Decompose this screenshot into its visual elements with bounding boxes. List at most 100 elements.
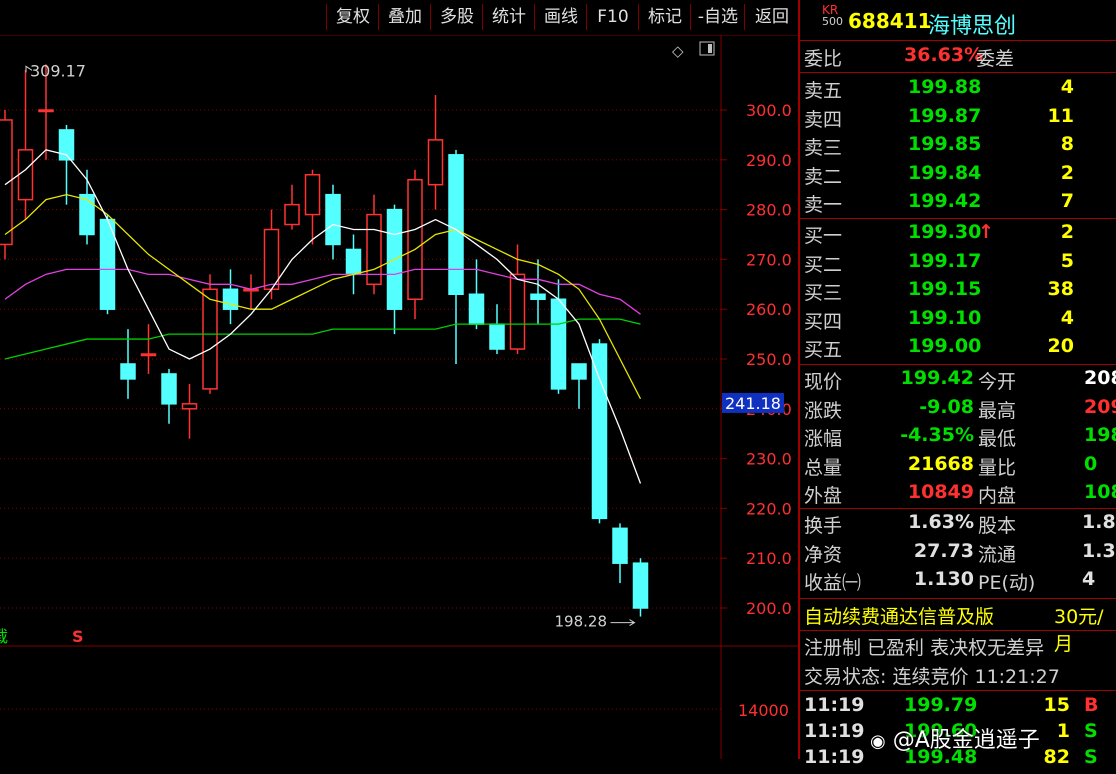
stat2-value-2: 1.33 [1082,539,1116,562]
candle[interactable] [17,70,34,220]
candle[interactable] [489,304,505,355]
stat-row: 现价 199.42今开 208 [800,367,1116,395]
diamond-icon[interactable]: ◇ [672,42,684,60]
stat-value: -4.35% [900,424,974,447]
candlestick-chart[interactable]: 300.0290.0280.0270.0260.0250.0240.0230.0… [0,0,798,759]
high-label: 309.17 [30,61,86,80]
tags-row: 注册制 已盈利 表决权无差异 [800,633,1116,661]
candle[interactable] [325,184,341,260]
promo-row[interactable]: 自动续费通达信普及版 30元/月 [800,602,1116,655]
stat-row: 涨跌 -9.08最高 209 [800,396,1116,424]
y-tick-label: 290.0 [746,151,792,170]
stat-label-2: 今开 [978,371,1017,393]
candle-body [448,154,464,296]
candle[interactable] [58,124,75,205]
candle[interactable] [243,274,259,310]
candle-body [202,288,218,390]
candle-body [530,293,546,300]
candle[interactable] [99,214,116,315]
candle[interactable] [222,269,239,325]
toolbar-button-3[interactable]: 统计 [482,4,535,30]
watermark-text: @A股金逍遥子 [892,728,1040,753]
weibi-label: 委比 [804,48,843,70]
tick-flag: S [1084,720,1098,742]
candle[interactable] [161,368,177,424]
trade-status: 交易状态: 连续竞价 11:21:27 [804,666,1060,688]
top-toolbar: 复权 叠加 多股 统计 画线 F10 标记 -自选 返回 [0,0,798,35]
candle[interactable] [386,204,403,335]
toolbar-button-2[interactable]: 多股 [430,4,483,30]
tags-text: 注册制 已盈利 表决权无差异 [804,637,1045,659]
stat-label-2: 内盘 [978,485,1017,508]
toolbar-button-6[interactable]: 标记 [638,4,691,30]
buys-volume: 2 [1060,221,1074,243]
signal-marker[interactable]: S [72,627,84,646]
candle[interactable] [427,95,444,210]
vol-tick-label: 14000 [738,701,789,720]
y-tick-label: 270.0 [746,250,792,269]
toolbar-button-8[interactable]: 返回 [744,4,799,30]
candle-body [79,193,95,236]
toolbar-button-7[interactable]: -自选 [690,4,745,30]
y-tick-label: 250.0 [746,350,792,369]
candle-body [612,527,628,564]
y-tick-label: 280.0 [746,201,792,220]
candle[interactable] [632,558,649,617]
divider [800,218,1116,219]
divider [800,40,1116,41]
candle[interactable] [345,234,362,295]
candle[interactable] [550,279,567,394]
toolbar-button-1[interactable]: 叠加 [378,4,431,30]
divider [800,72,1116,73]
weibo-icon: ◉ [870,731,886,752]
sells-row: 卖五 199.88 4 [800,76,1116,104]
candle[interactable] [140,324,157,374]
candle[interactable] [284,184,300,230]
candle-body [181,403,198,410]
candle[interactable] [448,149,464,364]
stat-label: 涨幅 [804,428,843,451]
buys-row: 买五 199.00 20 [800,335,1116,363]
sells-volume: 7 [1060,190,1074,213]
y-tick-label: 230.0 [746,450,792,469]
candle-body [120,363,136,380]
y-tick-label: 200.0 [746,599,792,618]
buys-price: 199.30 [908,221,982,243]
candle[interactable] [304,169,321,245]
candle-body [0,119,13,246]
stat-value: -9.08 [919,395,974,418]
sells-row: 卖二 199.84 2 [800,162,1116,190]
promo-text[interactable]: 自动续费通达信普及版 [804,602,994,629]
candle-body [550,298,567,390]
stock-name[interactable]: 海博思创 [928,8,1016,40]
stat-label: 涨跌 [804,399,843,422]
stat2-value: 27.73 [913,539,974,562]
candle-body [284,203,300,226]
toolbar-button-4[interactable]: 画线 [534,4,587,30]
candle-body [345,248,362,276]
candle[interactable] [530,259,546,325]
tick-flag: S [1084,746,1098,768]
stat-value: 199.42 [900,367,974,389]
signal-marker-left[interactable]: 载 [0,627,8,646]
watermark: ◉ @A股金逍遥子 [870,722,1040,754]
stat2-value: 1.130 [913,568,974,591]
tick-time: 11:19 [804,720,865,742]
candle-body [222,288,239,310]
buys-label: 买二 [804,253,843,276]
buys-volume: 20 [1047,335,1074,358]
sells-row: 卖一 199.42 7 [800,190,1116,218]
candle[interactable] [181,383,198,439]
candle[interactable] [407,169,423,320]
toolbar-button-0[interactable]: 复权 [326,4,379,30]
candle[interactable] [366,194,382,295]
stat-label-2: 最高 [978,399,1017,422]
sells-label: 卖二 [804,165,843,188]
divider [800,630,1116,631]
candle[interactable] [571,363,587,409]
tick-volume: 15 [1043,694,1070,716]
stat-label-2: 最低 [978,428,1017,451]
candle[interactable] [612,523,628,584]
stat-row: 总量 21668 量比 0 [800,453,1116,481]
toolbar-button-5[interactable]: F10 [586,4,639,30]
